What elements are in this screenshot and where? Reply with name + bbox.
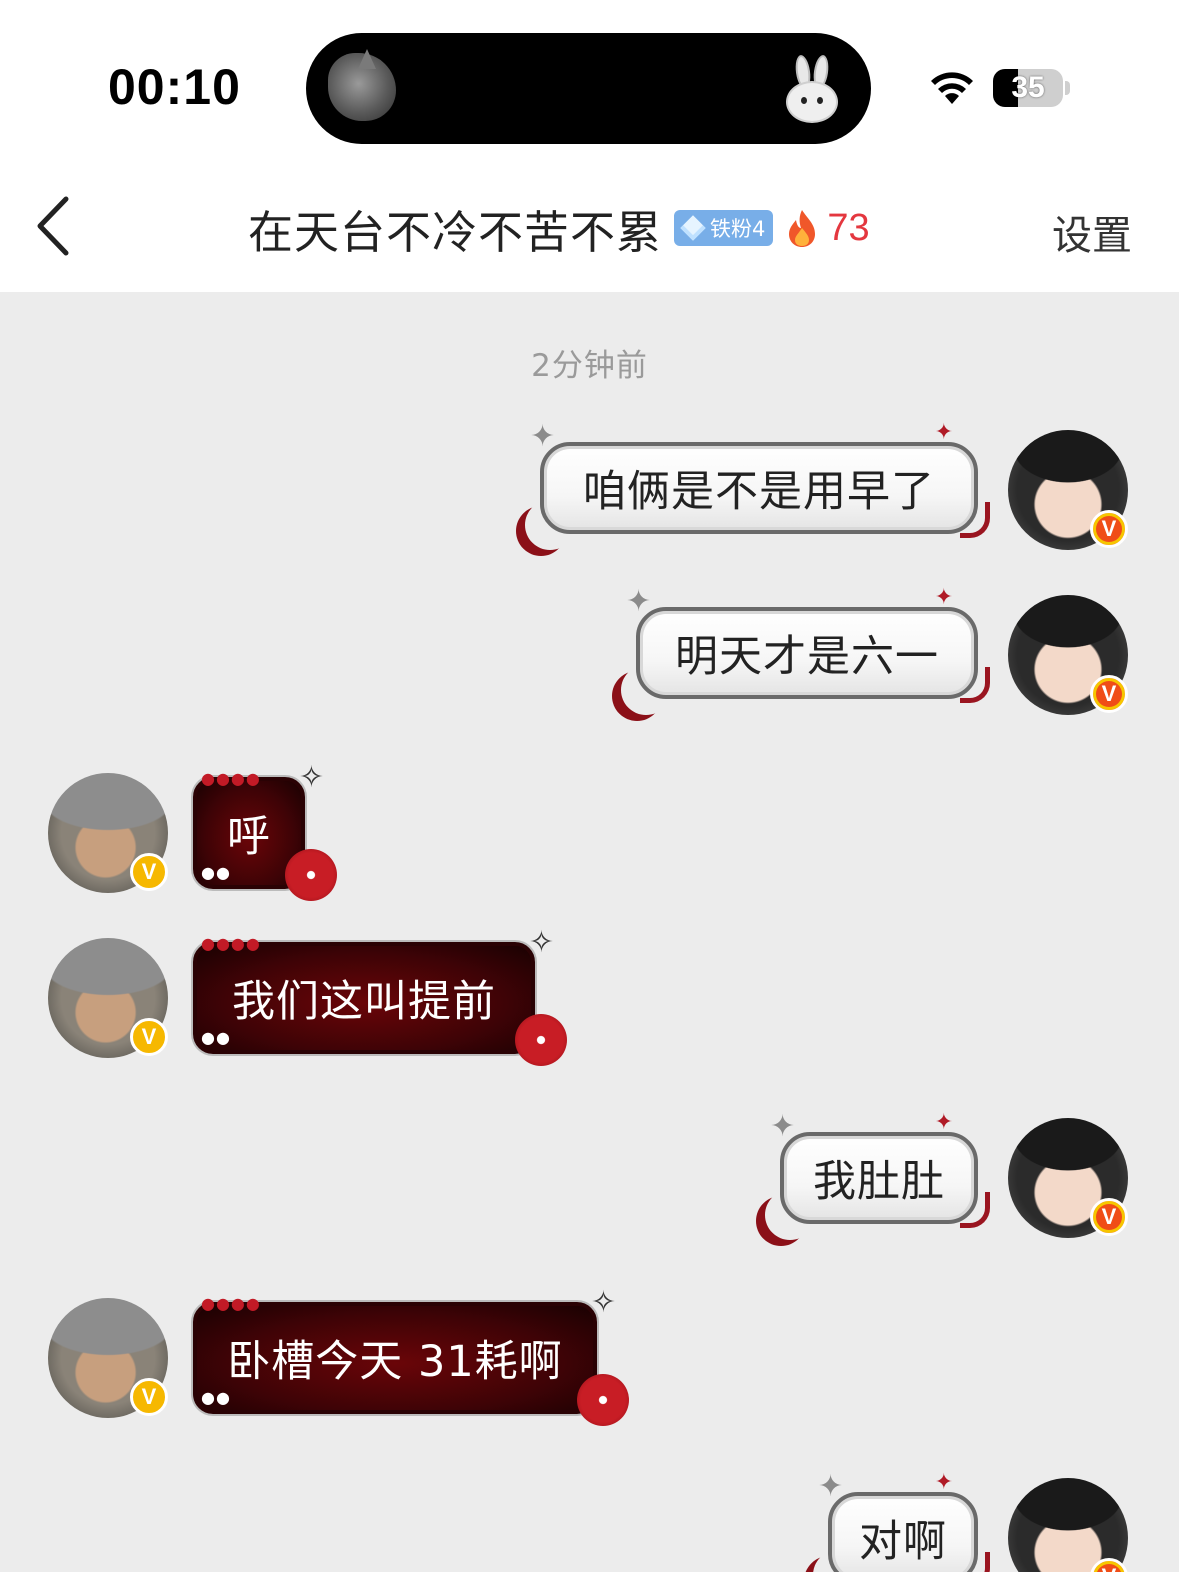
streak-count: 73 <box>827 206 870 249</box>
diamond-icon <box>680 215 706 241</box>
verified-badge-icon: V <box>1090 675 1128 713</box>
sparkle-icon: ✦ <box>934 1470 954 1495</box>
verified-badge-icon: V <box>130 1378 168 1416</box>
received-message-bubble[interactable]: ●●●● ●● ✧ 卧槽今天 31耗啊 <box>193 1288 629 1426</box>
my-avatar[interactable]: V <box>1008 595 1128 715</box>
dynamic-island <box>306 33 871 144</box>
sparkle-icon: ✦ <box>818 1469 845 1504</box>
star-icon: ✧ <box>528 925 555 960</box>
chat-screen: 00:10 35 在天台不冷不苦不累 铁粉4 73 设置 2分钟前 ✦ ✦ 咱俩… <box>0 0 1179 1572</box>
verified-badge-icon: V <box>1090 1558 1128 1572</box>
sparkle-icon: ✦ <box>934 420 954 445</box>
sent-message-bubble[interactable]: ✦ ✦ 对啊 <box>818 1472 990 1572</box>
message-text: 卧槽今天 31耗啊 <box>227 1337 563 1387</box>
battery-icon: 35 <box>993 69 1063 107</box>
message-text: 对啊 <box>859 1517 947 1567</box>
verified-badge-icon: V <box>130 1018 168 1056</box>
crescent-moon-icon <box>516 506 566 556</box>
back-icon[interactable] <box>30 193 80 259</box>
contact-avatar[interactable]: V <box>48 938 168 1058</box>
ribbon-decoration <box>960 667 990 703</box>
message-text: 我们这叫提前 <box>232 977 496 1027</box>
message-text: 明天才是六一 <box>675 632 939 682</box>
star-icon: ✧ <box>298 760 325 795</box>
wolf-icon <box>328 49 396 121</box>
star-icon: ✧ <box>590 1285 617 1320</box>
battery-percent: 35 <box>1011 71 1045 104</box>
contact-avatar[interactable]: V <box>48 1298 168 1418</box>
wifi-icon <box>931 72 973 104</box>
sent-message-bubble[interactable]: ✦ ✦ 咱俩是不是用早了 <box>530 422 990 538</box>
rabbit-icon <box>784 54 840 123</box>
crescent-moon-icon <box>756 1196 806 1246</box>
contact-avatar[interactable]: V <box>48 773 168 893</box>
crescent-moon-icon <box>804 1556 854 1572</box>
verified-badge-icon: V <box>1090 510 1128 548</box>
chat-title: 在天台不冷不苦不累 <box>248 205 663 259</box>
sparkle-icon: ✦ <box>770 1109 797 1144</box>
dots-decoration: ●● <box>201 1388 231 1407</box>
dots-decoration: ●●●● <box>201 769 261 788</box>
sent-message-bubble[interactable]: ✦ ✦ 我肚肚 <box>770 1112 990 1228</box>
dots-decoration: ●●●● <box>201 934 261 953</box>
crescent-moon-icon <box>612 671 662 721</box>
my-avatar[interactable]: V <box>1008 1478 1128 1572</box>
sparkle-icon: ✦ <box>934 585 954 610</box>
message-text: 我肚肚 <box>813 1157 945 1207</box>
dots-decoration: ●● <box>201 863 231 882</box>
flame-icon <box>789 210 816 247</box>
fan-badge: 铁粉4 <box>674 210 774 246</box>
title-group[interactable]: 在天台不冷不苦不累 铁粉4 73 <box>248 193 870 263</box>
sparkle-icon: ✦ <box>626 584 653 619</box>
fan-badge-label: 铁粉4 <box>710 217 766 241</box>
verified-badge-icon: V <box>130 853 168 891</box>
dots-decoration: ●● <box>201 1028 231 1047</box>
message-text: 咱俩是不是用早了 <box>583 467 935 517</box>
flower-icon <box>285 849 337 901</box>
message-text: 呼 <box>227 812 271 862</box>
settings-button[interactable]: 设置 <box>1052 203 1132 261</box>
message-timestamp: 2分钟前 <box>531 348 648 384</box>
my-avatar[interactable]: V <box>1008 430 1128 550</box>
ribbon-decoration <box>960 502 990 538</box>
chat-header: 在天台不冷不苦不累 铁粉4 73 设置 <box>0 175 1179 292</box>
sparkle-icon: ✦ <box>934 1110 954 1135</box>
verified-badge-icon: V <box>1090 1198 1128 1236</box>
received-message-bubble[interactable]: ●●●● ●● ✧ 呼 <box>193 763 337 901</box>
status-bar: 00:10 35 <box>0 0 1179 175</box>
my-avatar[interactable]: V <box>1008 1118 1128 1238</box>
flower-icon <box>515 1014 567 1066</box>
battery-cap <box>1065 81 1070 95</box>
received-message-bubble[interactable]: ●●●● ●● ✧ 我们这叫提前 <box>193 928 567 1066</box>
dots-decoration: ●●●● <box>201 1294 261 1313</box>
sent-message-bubble[interactable]: ✦ ✦ 明天才是六一 <box>626 587 990 703</box>
status-time: 00:10 <box>108 59 241 115</box>
flower-icon <box>577 1374 629 1426</box>
ribbon-decoration <box>960 1192 990 1228</box>
sparkle-icon: ✦ <box>530 419 557 454</box>
ribbon-decoration <box>960 1552 990 1572</box>
